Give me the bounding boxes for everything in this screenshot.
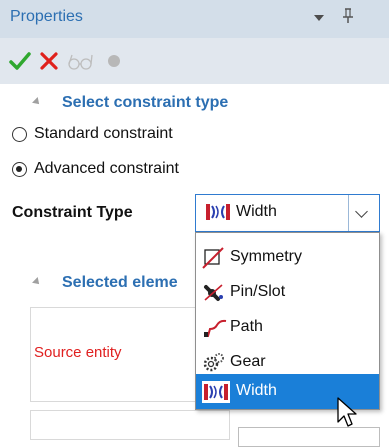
dropdown-item-label: Gear <box>230 353 266 370</box>
dropdown-item-symmetry[interactable]: Symmetry <box>196 240 379 275</box>
radio-standard-label: Standard constraint <box>34 125 173 142</box>
dropdown-item-label: Width <box>236 382 277 399</box>
section-title-constraint-type: Select constraint type <box>62 94 229 111</box>
panel-menu-arrow-icon[interactable] <box>314 15 324 21</box>
path-icon <box>204 319 227 337</box>
record-icon[interactable] <box>108 55 120 67</box>
close-icon[interactable] <box>38 51 60 71</box>
symmetry-icon <box>202 247 224 269</box>
radio-advanced-constraint[interactable] <box>12 162 27 177</box>
dropdown-item-pin-slot[interactable]: Pin/Slot <box>196 275 379 310</box>
target-entity-field[interactable] <box>238 427 380 447</box>
width-icon <box>206 204 230 220</box>
preview-glasses-icon[interactable] <box>66 51 96 71</box>
gear-icon <box>203 353 224 372</box>
radio-standard-constraint[interactable] <box>12 127 27 142</box>
checkmark-icon[interactable] <box>8 50 32 72</box>
width-icon <box>202 381 230 403</box>
constraint-type-label: Constraint Type <box>12 204 133 221</box>
dropdown-item-path[interactable]: Path <box>196 310 379 345</box>
collapse-triangle-icon[interactable] <box>32 277 42 287</box>
radio-advanced-label: Advanced constraint <box>34 160 179 177</box>
pin-icon[interactable] <box>340 6 356 26</box>
source-entity-label: Source entity <box>34 344 122 361</box>
target-entity-box[interactable] <box>30 410 230 440</box>
pin-slot-icon <box>204 284 223 301</box>
dropdown-item-label: Path <box>230 318 263 335</box>
dropdown-item-label: Symmetry <box>230 248 302 265</box>
dropdown-item-label: Pin/Slot <box>230 283 286 300</box>
mouse-cursor-icon <box>337 397 357 427</box>
panel-title: Properties <box>10 8 83 25</box>
section-title-selected-elements: Selected eleme <box>62 274 178 291</box>
collapse-triangle-icon[interactable] <box>32 97 42 107</box>
combobox-selected-value: Width <box>236 203 277 220</box>
